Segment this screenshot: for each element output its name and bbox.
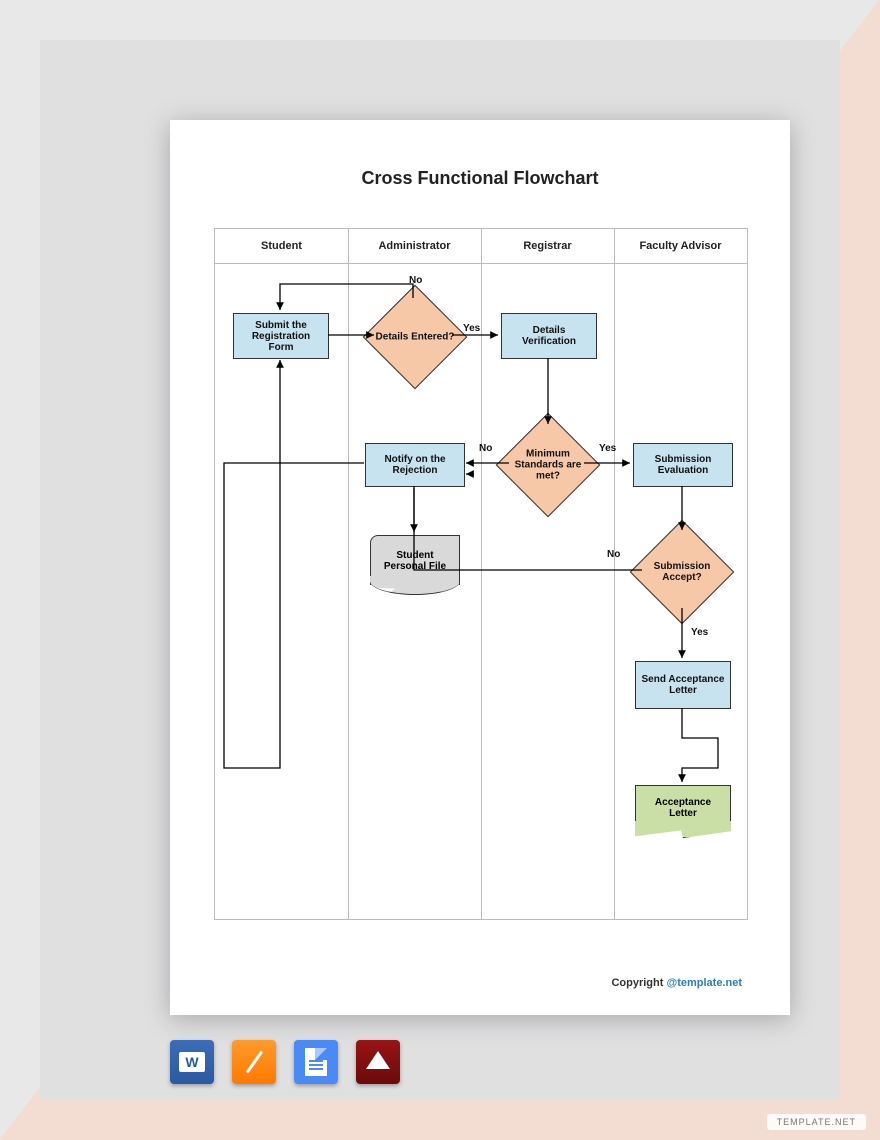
word-icon[interactable]: W: [170, 1040, 214, 1084]
edge-no-3: No: [607, 549, 620, 560]
swimlane-grid: Student Administrator Registrar Faculty …: [214, 228, 748, 920]
node-send-acceptance-letter: Send Acceptance Letter: [635, 661, 731, 709]
word-icon-label: W: [179, 1052, 204, 1072]
node-minimum-standards-label: Minimum Standards are met?: [505, 449, 591, 482]
google-docs-icon[interactable]: [294, 1040, 338, 1084]
node-notify-rejection: Notify on the Rejection: [365, 443, 465, 487]
document-page: Cross Functional Flowchart Student Admin…: [170, 120, 790, 1015]
edge-yes-3: Yes: [691, 627, 708, 638]
lane-header-faculty-advisor: Faculty Advisor: [614, 229, 747, 263]
outer-frame: Cross Functional Flowchart Student Admin…: [40, 40, 840, 1100]
node-submit-registration: Submit the Registration Form: [233, 313, 329, 359]
copyright-text: Copyright: [611, 977, 666, 989]
edge-no-1: No: [409, 275, 422, 286]
adobe-triangle-icon: [366, 1051, 390, 1069]
copyright: Copyright @template.net: [611, 977, 742, 989]
edge-no-2: No: [479, 443, 492, 454]
lane-header-registrar: Registrar: [481, 229, 614, 263]
pdf-icon[interactable]: [356, 1040, 400, 1084]
node-student-file: Student Personal File: [370, 535, 460, 585]
watermark: TEMPLATE.NET: [767, 1114, 866, 1130]
node-details-verification: Details Verification: [501, 313, 597, 359]
copyright-link[interactable]: @template.net: [666, 977, 742, 989]
node-details-entered-label: Details Entered?: [372, 332, 458, 343]
lane-header-row: Student Administrator Registrar Faculty …: [215, 229, 747, 264]
node-submission-evaluation: Submission Evaluation: [633, 443, 733, 487]
node-submission-accept-label: Submission Accept?: [639, 561, 725, 583]
page-title: Cross Functional Flowchart: [170, 168, 790, 189]
document-icon: [305, 1048, 327, 1076]
stage: Cross Functional Flowchart Student Admin…: [0, 0, 880, 1140]
lane-header-administrator: Administrator: [348, 229, 481, 263]
edge-yes-2: Yes: [599, 443, 616, 454]
format-icons-row: W: [170, 1040, 400, 1084]
pages-icon[interactable]: [232, 1040, 276, 1084]
edge-yes-1: Yes: [463, 323, 480, 334]
node-acceptance-letter: Acceptance Letter: [635, 785, 731, 829]
lane-header-student: Student: [215, 229, 348, 263]
pen-icon: [245, 1050, 262, 1073]
